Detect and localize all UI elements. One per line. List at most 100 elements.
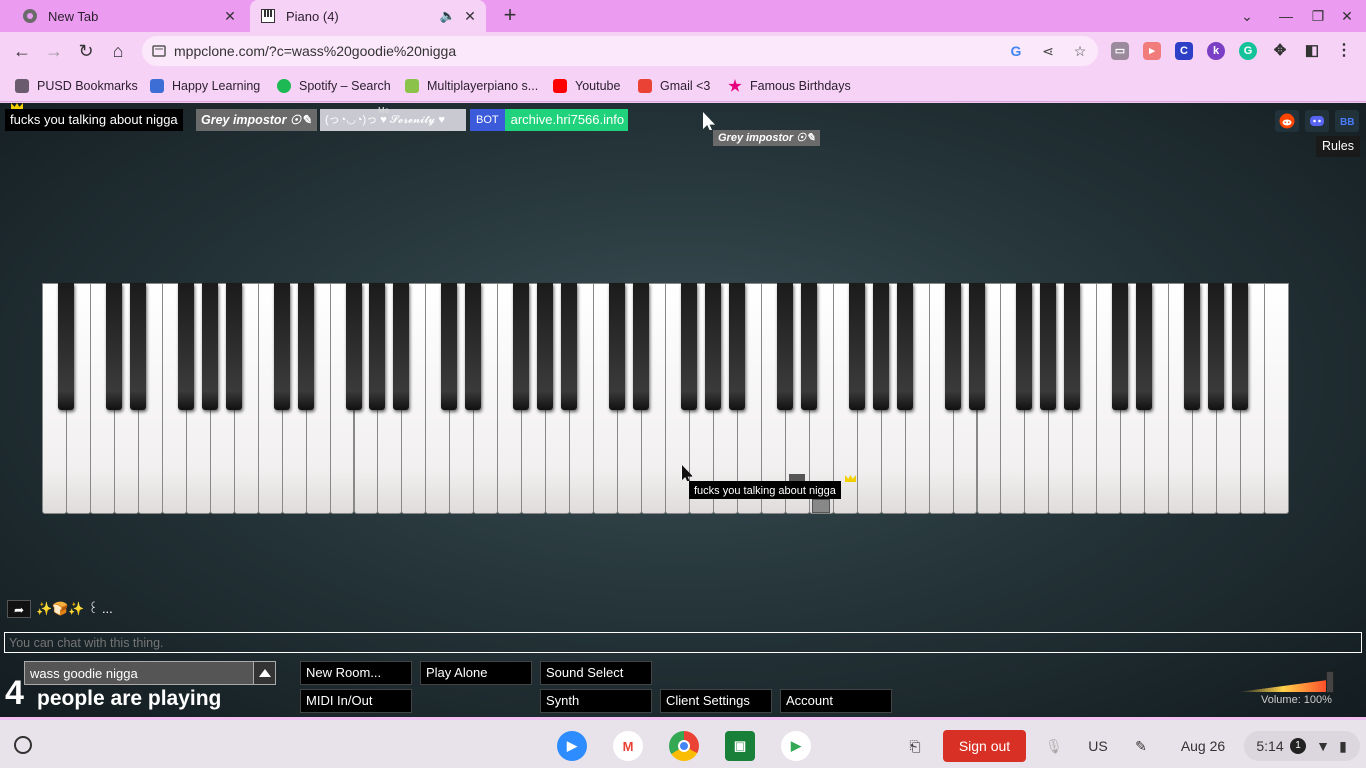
piano-keyboard[interactable] bbox=[42, 283, 1289, 514]
client-settings-button[interactable]: Client Settings bbox=[660, 689, 772, 713]
menu-icon[interactable]: ⋮ bbox=[1335, 42, 1353, 60]
black-key[interactable] bbox=[848, 283, 865, 410]
participant-serenity[interactable]: (っ◔◡◔)っ ♥ 𝓢𝓮𝓻𝓮𝓷𝓲𝓽𝔂 ♥ bbox=[320, 109, 466, 131]
zoom-icon[interactable]: ▶ bbox=[557, 731, 587, 761]
cast-icon[interactable]: ▭ bbox=[1111, 42, 1129, 60]
home-icon[interactable]: ⌂ bbox=[106, 39, 130, 63]
grammarly-icon[interactable]: G bbox=[1239, 42, 1257, 60]
bookmark-happy-learning[interactable]: Happy Learning bbox=[150, 77, 260, 95]
google-icon[interactable]: G bbox=[1008, 43, 1024, 59]
black-key[interactable] bbox=[105, 283, 122, 410]
new-tab-button[interactable]: + bbox=[498, 4, 522, 28]
launcher-icon[interactable] bbox=[14, 736, 32, 754]
date-label[interactable]: Aug 26 bbox=[1172, 731, 1234, 761]
tab-new-tab[interactable]: New Tab ✕ bbox=[0, 0, 246, 32]
black-key[interactable] bbox=[1208, 283, 1225, 410]
k-extension-icon[interactable]: k bbox=[1207, 42, 1225, 60]
black-key[interactable] bbox=[776, 283, 793, 410]
screencastify-icon[interactable]: ▸ bbox=[1143, 42, 1161, 60]
input-method-label[interactable]: US bbox=[1084, 731, 1112, 761]
black-key[interactable] bbox=[513, 283, 530, 410]
bookmark-pusd[interactable]: PUSD Bookmarks bbox=[15, 77, 138, 95]
status-tray[interactable]: 5:14 1 ▼ ▮ bbox=[1244, 731, 1360, 761]
rules-button[interactable]: Rules bbox=[1316, 136, 1360, 157]
black-key[interactable] bbox=[369, 283, 386, 410]
back-icon[interactable]: ← bbox=[10, 39, 34, 63]
site-info-icon[interactable] bbox=[152, 44, 166, 58]
participant-me[interactable]: fucks you talking about nigga bbox=[5, 109, 183, 131]
close-tab-icon[interactable]: ✕ bbox=[462, 8, 478, 24]
holding-space-icon[interactable]: ⎗ bbox=[904, 731, 926, 761]
forward-icon[interactable]: → bbox=[42, 39, 66, 63]
black-key[interactable] bbox=[1064, 283, 1081, 410]
black-key[interactable] bbox=[1232, 283, 1249, 410]
new-room-button[interactable]: New Room... bbox=[300, 661, 412, 685]
black-key[interactable] bbox=[1016, 283, 1033, 410]
bookmark-multiplayerpiano[interactable]: Multiplayerpiano s... bbox=[405, 77, 538, 95]
discord-icon[interactable] bbox=[1305, 110, 1329, 132]
black-key[interactable] bbox=[345, 283, 362, 410]
participant-grey-impostor[interactable]: Grey impostor ☉✎ bbox=[196, 109, 317, 131]
black-key[interactable] bbox=[633, 283, 650, 410]
volume-knob[interactable] bbox=[1326, 671, 1334, 693]
black-key[interactable] bbox=[1136, 283, 1153, 410]
chrome-app-icon[interactable] bbox=[669, 731, 699, 761]
sound-select-button[interactable]: Sound Select bbox=[540, 661, 652, 685]
participant-bot[interactable]: BOT archive.hri7566.info bbox=[470, 109, 629, 131]
black-key[interactable] bbox=[225, 283, 242, 410]
play-alone-button[interactable]: Play Alone bbox=[420, 661, 532, 685]
bookmark-spotify[interactable]: Spotify – Search bbox=[277, 77, 391, 95]
black-key[interactable] bbox=[57, 283, 74, 410]
black-key[interactable] bbox=[537, 283, 554, 410]
black-key[interactable] bbox=[896, 283, 913, 410]
microphone-icon[interactable]: 🎙 bbox=[1044, 731, 1064, 761]
chat-input[interactable] bbox=[4, 632, 1362, 653]
black-key[interactable] bbox=[561, 283, 578, 410]
black-key[interactable] bbox=[800, 283, 817, 410]
bookmark-star-icon[interactable]: ☆ bbox=[1072, 43, 1088, 59]
tab-piano[interactable]: Piano (4) 🔈 ✕ bbox=[250, 0, 486, 32]
black-key[interactable] bbox=[273, 283, 290, 410]
black-key[interactable] bbox=[1112, 283, 1129, 410]
side-panel-icon[interactable]: ◧ bbox=[1303, 42, 1321, 60]
close-window-icon[interactable]: ✕ bbox=[1337, 6, 1357, 26]
bookmark-youtube[interactable]: Youtube bbox=[553, 77, 620, 95]
black-key[interactable] bbox=[944, 283, 961, 410]
white-key[interactable] bbox=[1264, 283, 1289, 514]
c-extension-icon[interactable]: C bbox=[1175, 42, 1193, 60]
restore-icon[interactable]: ❐ bbox=[1308, 6, 1328, 26]
account-button[interactable]: Account bbox=[780, 689, 892, 713]
chat-toggle-button[interactable]: ➦ bbox=[7, 600, 31, 618]
minimize-icon[interactable]: — bbox=[1276, 6, 1296, 26]
black-key[interactable] bbox=[1040, 283, 1057, 410]
black-key[interactable] bbox=[465, 283, 482, 410]
gmail-app-icon[interactable]: M bbox=[613, 731, 643, 761]
bookmark-gmail[interactable]: Gmail <3 bbox=[638, 77, 710, 95]
play-store-icon[interactable]: ▶ bbox=[781, 731, 811, 761]
share-icon[interactable]: ⋖ bbox=[1040, 43, 1056, 59]
black-key[interactable] bbox=[129, 283, 146, 410]
address-bar[interactable]: mppclone.com/?c=wass%20goodie%20nigga G … bbox=[142, 36, 1098, 66]
sign-out-button[interactable]: Sign out bbox=[943, 730, 1026, 762]
black-key[interactable] bbox=[201, 283, 218, 410]
black-key[interactable] bbox=[872, 283, 889, 410]
speaker-icon[interactable]: 🔈 bbox=[440, 8, 456, 24]
chevron-up-icon[interactable] bbox=[253, 662, 275, 684]
black-key[interactable] bbox=[393, 283, 410, 410]
close-tab-icon[interactable]: ✕ bbox=[222, 8, 238, 24]
black-key[interactable] bbox=[728, 283, 745, 410]
volume-slider[interactable] bbox=[1238, 671, 1334, 693]
reload-icon[interactable]: ↻ bbox=[74, 39, 98, 63]
bookmark-famous-birthdays[interactable]: Famous Birthdays bbox=[728, 77, 851, 95]
black-key[interactable] bbox=[609, 283, 626, 410]
black-key[interactable] bbox=[968, 283, 985, 410]
black-key[interactable] bbox=[680, 283, 697, 410]
room-selector[interactable]: wass goodie nigga bbox=[24, 661, 276, 685]
classroom-icon[interactable]: ▣ bbox=[725, 731, 755, 761]
extensions-icon[interactable]: ✥ bbox=[1271, 42, 1289, 60]
tab-search-icon[interactable]: ⌄ bbox=[1237, 6, 1257, 26]
black-key[interactable] bbox=[177, 283, 194, 410]
black-key[interactable] bbox=[441, 283, 458, 410]
black-key[interactable] bbox=[297, 283, 314, 410]
midi-button[interactable]: MIDI In/Out bbox=[300, 689, 412, 713]
